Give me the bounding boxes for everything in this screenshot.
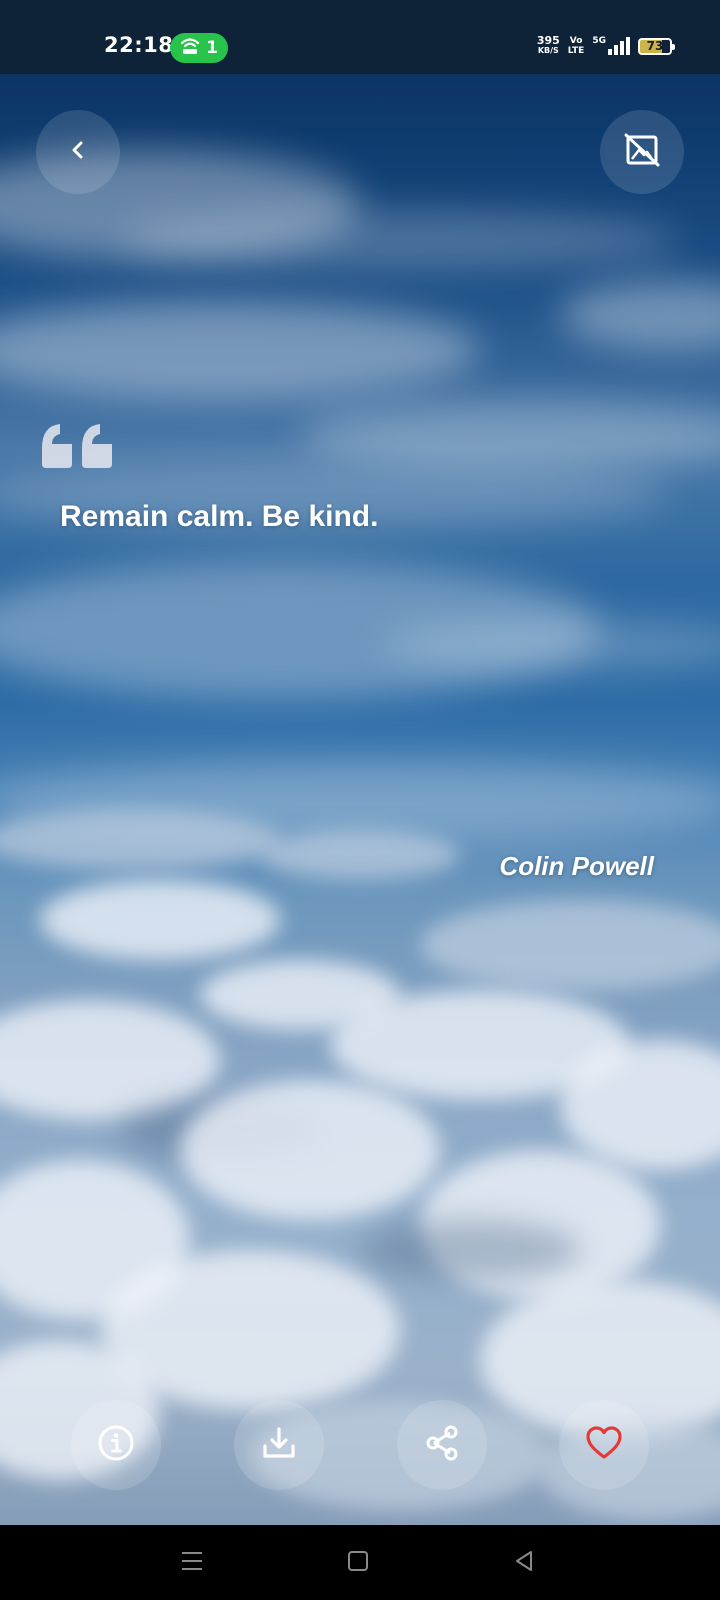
volte-indicator: Vo LTE bbox=[568, 36, 585, 56]
quote-text: Remain calm. Be kind. bbox=[60, 500, 379, 533]
network-speed: 395 KB/S bbox=[536, 34, 560, 56]
status-bar: 22:18 1 395 KB/S Vo LTE 5G 73 bbox=[0, 0, 720, 74]
quote-wallpaper-screen: 22:18 1 395 KB/S Vo LTE 5G 73 Remain cal… bbox=[0, 0, 720, 1600]
quote-author: Colin Powell bbox=[499, 851, 654, 881]
battery-icon: 73 bbox=[638, 37, 675, 55]
network-speed-unit: KB/S bbox=[537, 46, 559, 55]
recent-apps-button[interactable] bbox=[172, 1545, 212, 1581]
info-icon bbox=[97, 1424, 135, 1466]
quote-mark-icon bbox=[38, 400, 118, 500]
signal-bars-icon bbox=[608, 37, 630, 55]
chevron-left-icon bbox=[68, 138, 88, 166]
cellular-signal: 5G bbox=[592, 37, 630, 55]
download-icon bbox=[260, 1424, 298, 1466]
back-nav-button[interactable] bbox=[504, 1545, 544, 1581]
hide-image-button[interactable] bbox=[600, 110, 684, 194]
info-button[interactable] bbox=[71, 1400, 161, 1490]
favorite-button[interactable] bbox=[559, 1400, 649, 1490]
heart-icon bbox=[585, 1425, 623, 1465]
hotspot-icon bbox=[180, 37, 200, 60]
status-time: 22:18 bbox=[104, 33, 174, 57]
home-button[interactable] bbox=[338, 1545, 378, 1581]
hotspot-count: 1 bbox=[206, 38, 218, 58]
hotspot-indicator: 1 bbox=[170, 33, 228, 63]
battery-level: 73 bbox=[646, 39, 664, 53]
volte-top: Vo bbox=[569, 36, 583, 46]
menu-icon bbox=[180, 1550, 204, 1576]
share-button[interactable] bbox=[397, 1400, 487, 1490]
system-navigation-bar bbox=[0, 1525, 720, 1600]
share-icon bbox=[423, 1424, 461, 1466]
back-button[interactable] bbox=[36, 110, 120, 194]
network-type: 5G bbox=[592, 36, 606, 46]
image-off-icon bbox=[622, 130, 662, 174]
volte-bottom: LTE bbox=[567, 46, 585, 56]
network-speed-value: 395 bbox=[536, 34, 560, 47]
triangle-back-icon bbox=[512, 1549, 536, 1577]
square-icon bbox=[346, 1549, 370, 1577]
download-button[interactable] bbox=[234, 1400, 324, 1490]
status-icons: 395 KB/S Vo LTE 5G 73 bbox=[536, 34, 675, 56]
